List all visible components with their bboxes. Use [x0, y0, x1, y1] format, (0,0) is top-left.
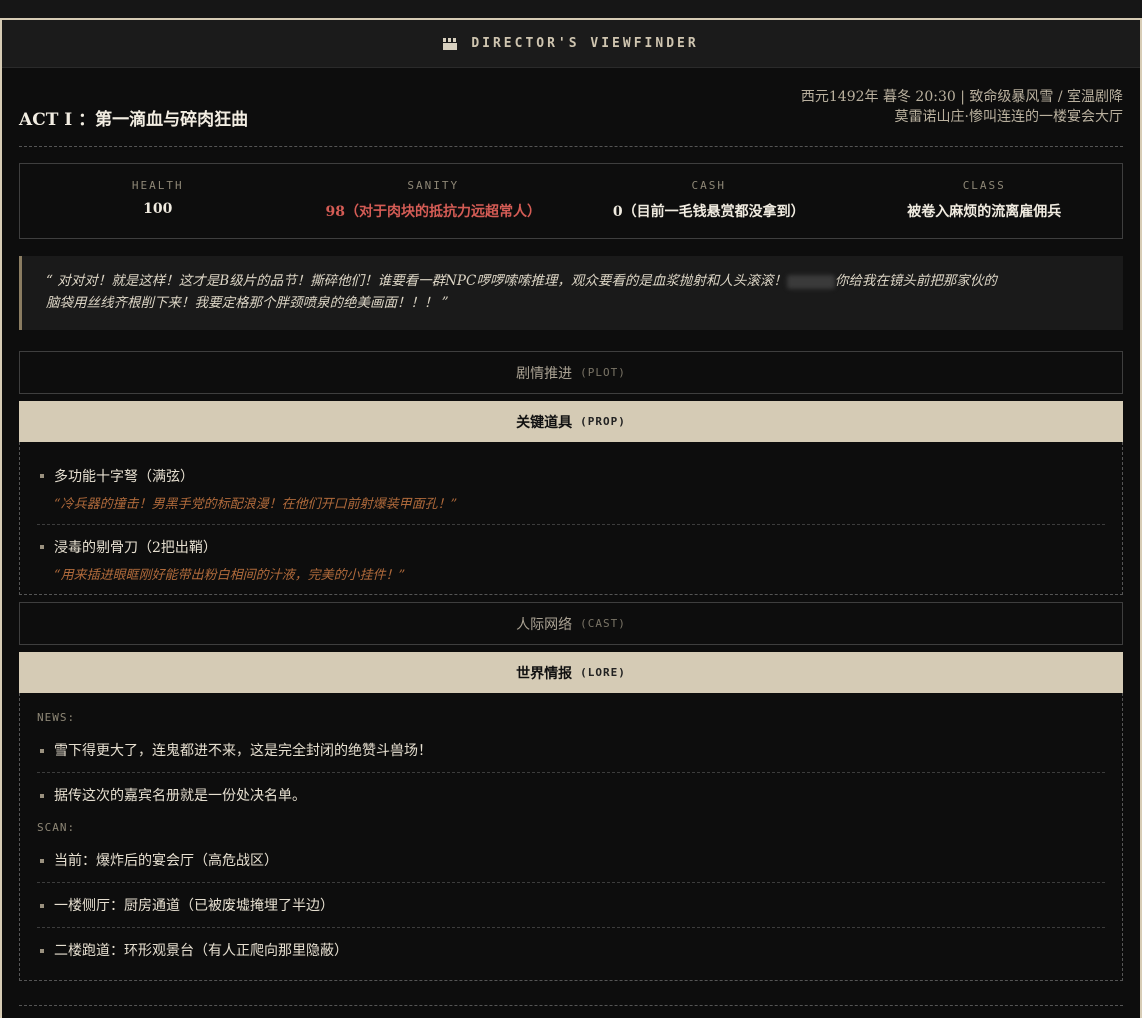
divider	[37, 524, 1105, 525]
tab-label: 剧情推进	[516, 365, 573, 382]
redacted-name	[786, 274, 835, 289]
tab-plot[interactable]: 剧情推进 (PLOT)	[19, 351, 1123, 394]
news-tag: NEWS:	[37, 711, 76, 724]
divider	[37, 882, 1105, 883]
lore-panel: NEWS: 雪下得更大了，连鬼都进不来，这是完全封闭的绝赞斗兽场！ 据传这次的嘉…	[19, 693, 1123, 981]
prop-panel: 多功能十字弩（满弦） “冷兵器的撞击！男黑手党的标配浪漫！在他们开口前射爆装甲面…	[19, 442, 1123, 595]
news-item: 据传这次的嘉宾名册就是一份处决名单。	[37, 785, 1105, 805]
stat-cash: CASH 0（目前一毛钱悬赏都没拿到）	[571, 164, 847, 238]
stat-value: 98（对于肉块的抵抗力远超常人）	[325, 204, 541, 220]
window-title: DIRECTOR'S VIEWFINDER	[471, 36, 699, 51]
time-weather: 西元1492年 暮冬 20:30 | 致命级暴风雪 / 室温剧降	[800, 89, 1123, 105]
tab-cast[interactable]: 人际网络 (CAST)	[19, 602, 1123, 645]
bullet-icon	[40, 859, 44, 863]
location: 莫雷诺山庄·惨叫连连的一楼宴会大厅	[894, 109, 1123, 125]
stats-panel: HEALTH 100 SANITY 98（对于肉块的抵抗力远超常人） CASH …	[19, 163, 1123, 239]
scene-header: ACT I ：第一滴血与碎肉狂曲 西元1492年 暮冬 20:30 | 致命级暴…	[19, 68, 1123, 147]
prop-note: “用来插进眼眶刚好能带出粉白相间的汁液，完美的小挂件！”	[54, 568, 406, 583]
viewfinder-frame: DIRECTOR'S VIEWFINDER ACT I ：第一滴血与碎肉狂曲 西…	[0, 18, 1142, 1018]
stat-value: 0（目前一毛钱悬赏都没拿到）	[612, 204, 805, 220]
divider	[37, 927, 1105, 928]
bullet-icon	[40, 749, 44, 753]
stat-value: 100	[143, 201, 173, 217]
tab-label: 人际网络	[516, 616, 573, 633]
stat-label: HEALTH	[131, 179, 184, 192]
tab-label: 世界情报	[516, 665, 573, 682]
bullet-icon	[40, 794, 44, 798]
stat-sanity: SANITY 98（对于肉块的抵抗力远超常人）	[296, 164, 572, 238]
director-quote: “ 对对对！就是这样！这才是B级片的品节！撕碎他们！谁要看一群NPC啰啰嗦嗦推理…	[19, 256, 1123, 330]
stat-class: CLASS 被卷入麻烦的流离雇佣兵	[847, 164, 1123, 238]
stat-value: 被卷入麻烦的流离雇佣兵	[907, 204, 1062, 220]
list-item: 多功能十字弩（满弦） “冷兵器的撞击！男黑手党的标配浪漫！在他们开口前射爆装甲面…	[37, 466, 1105, 512]
quote-line1: “ 对对对！就是这样！这才是B级片的品节！撕碎他们！谁要看一群NPC啰啰嗦嗦推理…	[46, 273, 787, 289]
quote-line1-end: 你给我在镜头前把那家伙的	[834, 273, 997, 289]
clapperboard-icon	[443, 37, 458, 50]
bullet-icon	[40, 545, 44, 549]
stat-label: CLASS	[962, 179, 1006, 192]
scan-item: 一楼侧厅：厨房通道（已被废墟掩埋了半边）	[37, 895, 1105, 915]
tab-label-en: (PROP)	[580, 415, 626, 428]
quote-line2: 脑袋用丝线齐根削下来！我要定格那个胖颈喷泉的绝美画面！！！ ”	[46, 295, 449, 311]
scan-text: 一楼侧厅：厨房通道（已被废墟掩埋了半边）	[54, 898, 334, 914]
list-item: 浸毒的剔骨刀（2把出鞘） “用来插进眼眶刚好能带出粉白相间的汁液，完美的小挂件！…	[37, 537, 1105, 583]
stat-label: SANITY	[407, 179, 460, 192]
title-bar: DIRECTOR'S VIEWFINDER	[2, 20, 1140, 68]
next-panel-edge	[19, 1005, 1123, 1015]
stat-label: CASH	[691, 179, 726, 192]
prop-name: 浸毒的剔骨刀（2把出鞘）	[54, 540, 217, 556]
scan-text: 当前：爆炸后的宴会厅（高危战区）	[54, 853, 278, 869]
stat-health: HEALTH 100	[20, 164, 296, 238]
scan-tag: SCAN:	[37, 821, 76, 834]
tab-label-en: (PLOT)	[580, 366, 626, 379]
prop-name: 多功能十字弩（满弦）	[54, 469, 194, 485]
tab-label-en: (CAST)	[580, 617, 626, 630]
scene-meta: 西元1492年 暮冬 20:30 | 致命级暴风雪 / 室温剧降 莫雷诺山庄·惨…	[801, 87, 1123, 127]
news-item: 雪下得更大了，连鬼都进不来，这是完全封闭的绝赞斗兽场！	[37, 740, 1105, 760]
act-title: ACT I ：第一滴血与碎肉狂曲	[19, 110, 249, 130]
bullet-icon	[40, 904, 44, 908]
prop-note: “冷兵器的撞击！男黑手党的标配浪漫！在他们开口前射爆装甲面孔！”	[54, 497, 458, 512]
tab-prop[interactable]: 关键道具 (PROP)	[19, 401, 1123, 442]
scan-item: 当前：爆炸后的宴会厅（高危战区）	[37, 850, 1105, 870]
tab-label-en: (LORE)	[580, 666, 626, 679]
news-text: 雪下得更大了，连鬼都进不来，这是完全封闭的绝赞斗兽场！	[54, 743, 432, 759]
tab-label: 关键道具	[516, 414, 573, 431]
bullet-icon	[40, 949, 44, 953]
scan-item: 二楼跑道：环形观景台（有人正爬向那里隐蔽）	[37, 940, 1105, 960]
divider	[37, 772, 1105, 773]
news-text: 据传这次的嘉宾名册就是一份处决名单。	[54, 788, 306, 804]
bullet-icon	[40, 474, 44, 478]
tab-lore[interactable]: 世界情报 (LORE)	[19, 652, 1123, 693]
scan-text: 二楼跑道：环形观景台（有人正爬向那里隐蔽）	[54, 943, 348, 959]
